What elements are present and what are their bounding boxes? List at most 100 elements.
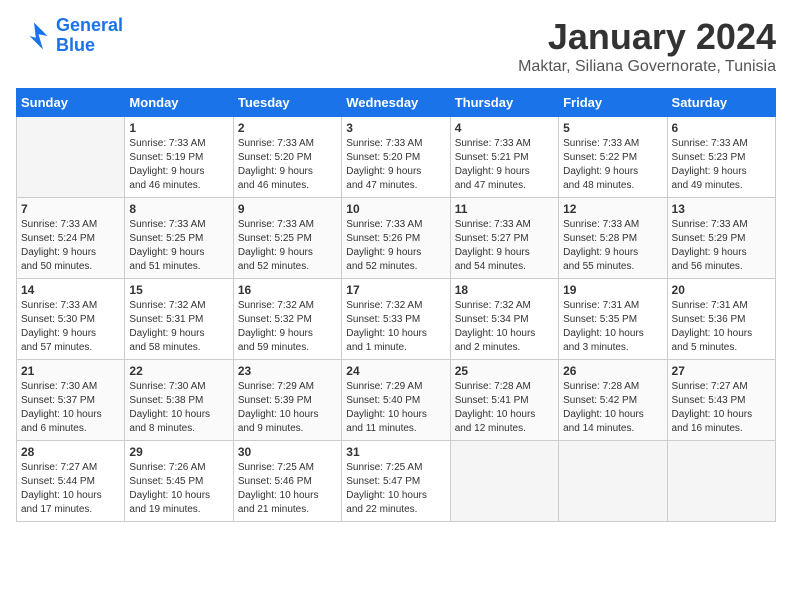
calendar-cell: 18 Sunrise: 7:32 AMSunset: 5:34 PMDayligh… xyxy=(450,279,558,360)
calendar-week-1: 1Sunrise: 7:33 AMSunset: 5:19 PMDaylight… xyxy=(17,117,776,198)
calendar-cell: 30Sunrise: 7:25 AMSunset: 5:46 PMDayligh… xyxy=(233,441,341,522)
calendar-header: SundayMondayTuesdayWednesdayThursdayFrid… xyxy=(17,89,776,117)
calendar-cell: 15 Sunrise: 7:32 AMSunset: 5:31 PMDayligh… xyxy=(125,279,233,360)
day-info: Sunrise: 7:29 AMSunset: 5:39 PMDaylight:… xyxy=(238,380,337,436)
day-info: Sunrise: 7:32 AMSunset: 5:32 PMDaylight:… xyxy=(238,299,337,355)
day-number: 16 xyxy=(238,283,337,297)
day-info: Sunrise: 7:25 AMSunset: 5:46 PMDaylight:… xyxy=(238,461,337,517)
day-info: Sunrise: 7:32 AMSunset: 5:34 PMDaylight:… xyxy=(455,299,554,355)
calendar-cell: 11Sunrise: 7:33 AMSunset: 5:27 PMDayligh… xyxy=(450,198,558,279)
calendar-cell: 7 Sunrise: 7:33 AMSunset: 5:24 PMDaylight… xyxy=(17,198,125,279)
calendar-cell: 29 Sunrise: 7:26 AMSunset: 5:45 PMDayligh… xyxy=(125,441,233,522)
calendar-cell: 5 Sunrise: 7:33 AMSunset: 5:22 PMDaylight… xyxy=(559,117,667,198)
calendar-table: SundayMondayTuesdayWednesdayThursdayFrid… xyxy=(16,88,776,522)
calendar-cell: 22 Sunrise: 7:30 AMSunset: 5:38 PMDayligh… xyxy=(125,360,233,441)
calendar-cell: 8 Sunrise: 7:33 AMSunset: 5:25 PMDaylight… xyxy=(125,198,233,279)
calendar-cell: 2Sunrise: 7:33 AMSunset: 5:20 PMDaylight… xyxy=(233,117,341,198)
calendar-body: 1Sunrise: 7:33 AMSunset: 5:19 PMDaylight… xyxy=(17,117,776,522)
day-number: 29 xyxy=(129,445,228,459)
day-number: 21 xyxy=(21,364,120,378)
day-info: Sunrise: 7:33 AMSunset: 5:26 PMDaylight:… xyxy=(346,218,445,274)
day-number: 19 xyxy=(563,283,662,297)
calendar-cell: 20 Sunrise: 7:31 AMSunset: 5:36 PMDayligh… xyxy=(667,279,775,360)
calendar-cell: 25 Sunrise: 7:28 AMSunset: 5:41 PMDayligh… xyxy=(450,360,558,441)
calendar-cell: 10 Sunrise: 7:33 AMSunset: 5:26 PMDayligh… xyxy=(342,198,450,279)
day-number: 31 xyxy=(346,445,445,459)
day-info: Sunrise: 7:33 AMSunset: 5:28 PMDaylight:… xyxy=(563,218,662,274)
calendar-cell: 17Sunrise: 7:32 AMSunset: 5:33 PMDayligh… xyxy=(342,279,450,360)
logo-icon xyxy=(16,18,52,54)
calendar-cell: 12 Sunrise: 7:33 AMSunset: 5:28 PMDayligh… xyxy=(559,198,667,279)
day-info: Sunrise: 7:33 AMSunset: 5:24 PMDaylight:… xyxy=(21,218,120,274)
weekday-header-friday: Friday xyxy=(559,89,667,117)
day-number: 15 xyxy=(129,283,228,297)
calendar-cell: 16 Sunrise: 7:32 AMSunset: 5:32 PMDayligh… xyxy=(233,279,341,360)
day-number: 28 xyxy=(21,445,120,459)
day-number: 8 xyxy=(129,202,228,216)
day-info: Sunrise: 7:33 AMSunset: 5:25 PMDaylight:… xyxy=(238,218,337,274)
day-info: Sunrise: 7:27 AMSunset: 5:44 PMDaylight:… xyxy=(21,461,120,517)
day-info: Sunrise: 7:26 AMSunset: 5:45 PMDaylight:… xyxy=(129,461,228,517)
weekday-header-monday: Monday xyxy=(125,89,233,117)
day-number: 17 xyxy=(346,283,445,297)
day-info: Sunrise: 7:27 AMSunset: 5:43 PMDaylight:… xyxy=(672,380,771,436)
calendar-cell xyxy=(559,441,667,522)
day-number: 6 xyxy=(672,121,771,135)
day-number: 20 xyxy=(672,283,771,297)
day-number: 14 xyxy=(21,283,120,297)
day-info: Sunrise: 7:29 AMSunset: 5:40 PMDaylight:… xyxy=(346,380,445,436)
calendar-cell: 21Sunrise: 7:30 AMSunset: 5:37 PMDayligh… xyxy=(17,360,125,441)
day-info: Sunrise: 7:33 AMSunset: 5:20 PMDaylight:… xyxy=(346,137,445,193)
day-info: Sunrise: 7:28 AMSunset: 5:41 PMDaylight:… xyxy=(455,380,554,436)
calendar-week-3: 14Sunrise: 7:33 AMSunset: 5:30 PMDayligh… xyxy=(17,279,776,360)
day-info: Sunrise: 7:33 AMSunset: 5:22 PMDaylight:… xyxy=(563,137,662,193)
calendar-cell: 27 Sunrise: 7:27 AMSunset: 5:43 PMDayligh… xyxy=(667,360,775,441)
calendar-cell: 9 Sunrise: 7:33 AMSunset: 5:25 PMDaylight… xyxy=(233,198,341,279)
calendar-cell xyxy=(450,441,558,522)
day-info: Sunrise: 7:31 AMSunset: 5:36 PMDaylight:… xyxy=(672,299,771,355)
day-number: 25 xyxy=(455,364,554,378)
calendar-cell: 4Sunrise: 7:33 AMSunset: 5:21 PMDaylight… xyxy=(450,117,558,198)
calendar-cell: 3 Sunrise: 7:33 AMSunset: 5:20 PMDaylight… xyxy=(342,117,450,198)
day-number: 26 xyxy=(563,364,662,378)
calendar-cell: 24Sunrise: 7:29 AMSunset: 5:40 PMDayligh… xyxy=(342,360,450,441)
weekday-header-wednesday: Wednesday xyxy=(342,89,450,117)
logo: General Blue xyxy=(16,16,123,56)
page-header: General Blue January 2024 Maktar, Silian… xyxy=(16,16,776,76)
day-info: Sunrise: 7:25 AMSunset: 5:47 PMDaylight:… xyxy=(346,461,445,517)
location-title: Maktar, Siliana Governorate, Tunisia xyxy=(518,58,776,76)
day-number: 13 xyxy=(672,202,771,216)
calendar-cell: 23 Sunrise: 7:29 AMSunset: 5:39 PMDayligh… xyxy=(233,360,341,441)
day-info: Sunrise: 7:33 AMSunset: 5:23 PMDaylight:… xyxy=(672,137,771,193)
weekday-header-sunday: Sunday xyxy=(17,89,125,117)
day-number: 27 xyxy=(672,364,771,378)
day-info: Sunrise: 7:31 AMSunset: 5:35 PMDaylight:… xyxy=(563,299,662,355)
day-number: 9 xyxy=(238,202,337,216)
logo-text: General Blue xyxy=(56,16,123,56)
day-info: Sunrise: 7:33 AMSunset: 5:27 PMDaylight:… xyxy=(455,218,554,274)
calendar-cell: 14Sunrise: 7:33 AMSunset: 5:30 PMDayligh… xyxy=(17,279,125,360)
day-number: 23 xyxy=(238,364,337,378)
logo-line2: Blue xyxy=(56,35,95,55)
day-number: 5 xyxy=(563,121,662,135)
day-number: 12 xyxy=(563,202,662,216)
day-info: Sunrise: 7:30 AMSunset: 5:38 PMDaylight:… xyxy=(129,380,228,436)
calendar-cell: 13Sunrise: 7:33 AMSunset: 5:29 PMDayligh… xyxy=(667,198,775,279)
calendar-week-2: 7 Sunrise: 7:33 AMSunset: 5:24 PMDaylight… xyxy=(17,198,776,279)
day-number: 3 xyxy=(346,121,445,135)
title-block: January 2024 Maktar, Siliana Governorate… xyxy=(518,16,776,76)
day-number: 18 xyxy=(455,283,554,297)
calendar-cell: 6 Sunrise: 7:33 AMSunset: 5:23 PMDaylight… xyxy=(667,117,775,198)
weekday-header-thursday: Thursday xyxy=(450,89,558,117)
day-info: Sunrise: 7:28 AMSunset: 5:42 PMDaylight:… xyxy=(563,380,662,436)
day-number: 22 xyxy=(129,364,228,378)
weekday-header-tuesday: Tuesday xyxy=(233,89,341,117)
day-info: Sunrise: 7:33 AMSunset: 5:25 PMDaylight:… xyxy=(129,218,228,274)
day-number: 7 xyxy=(21,202,120,216)
day-info: Sunrise: 7:33 AMSunset: 5:20 PMDaylight:… xyxy=(238,137,337,193)
day-number: 10 xyxy=(346,202,445,216)
day-info: Sunrise: 7:32 AMSunset: 5:31 PMDaylight:… xyxy=(129,299,228,355)
month-title: January 2024 xyxy=(518,16,776,58)
day-info: Sunrise: 7:33 AMSunset: 5:21 PMDaylight:… xyxy=(455,137,554,193)
calendar-cell: 31 Sunrise: 7:25 AMSunset: 5:47 PMDayligh… xyxy=(342,441,450,522)
